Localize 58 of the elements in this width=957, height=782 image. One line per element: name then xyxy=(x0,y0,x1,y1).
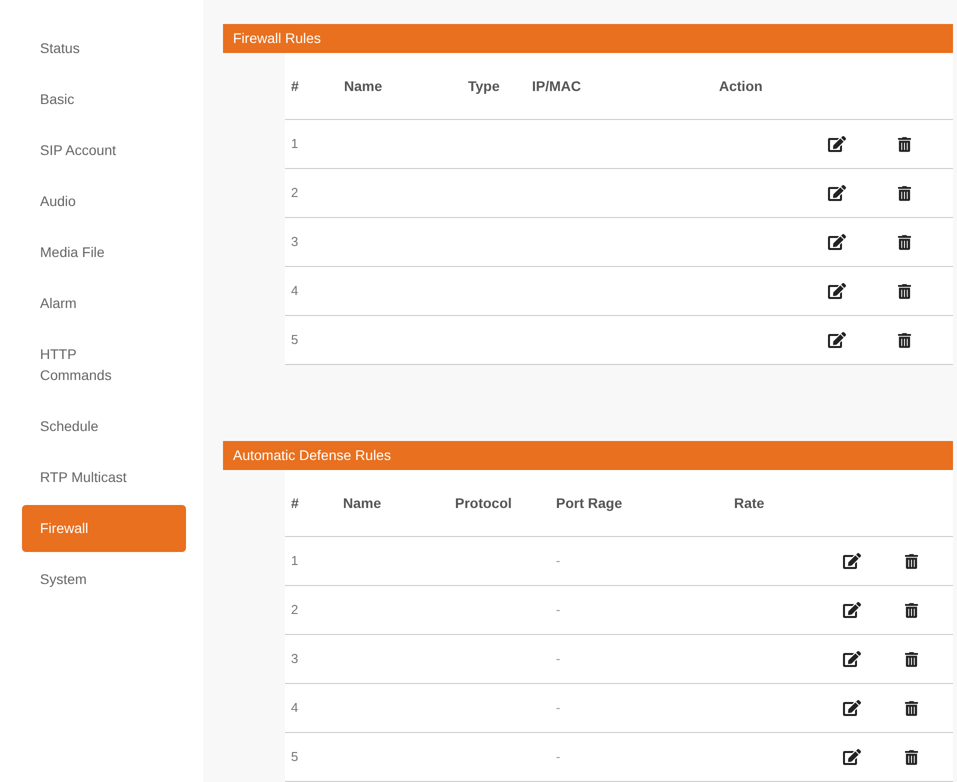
sidebar-item[interactable]: SIP Account xyxy=(22,127,186,174)
column-header: Action xyxy=(719,76,764,96)
table-cell: - xyxy=(556,700,560,715)
edit-icon[interactable] xyxy=(843,748,861,766)
column-header: # xyxy=(291,494,300,512)
edit-icon[interactable] xyxy=(828,233,846,251)
trash-icon[interactable] xyxy=(905,748,918,766)
trash-icon[interactable] xyxy=(898,136,911,152)
table-cell: - xyxy=(556,602,560,617)
sidebar-item[interactable]: Alarm xyxy=(22,280,186,327)
edit-icon[interactable] xyxy=(843,699,861,717)
trash-icon[interactable] xyxy=(898,332,911,348)
sidebar-item[interactable]: RTP Multicast xyxy=(22,454,186,501)
sidebar-item[interactable]: Schedule xyxy=(22,403,186,450)
edit-icon[interactable] xyxy=(828,282,846,300)
trash-icon[interactable] xyxy=(898,234,911,250)
column-header: Rate xyxy=(734,494,766,512)
table-cell: - xyxy=(556,651,560,666)
sidebar-item[interactable]: Firewall xyxy=(22,505,186,552)
edit-icon[interactable] xyxy=(843,650,861,668)
sidebar-item[interactable]: Media File xyxy=(22,229,186,276)
column-header: Protocol xyxy=(455,494,513,512)
edit-icon[interactable] xyxy=(843,552,861,570)
column-header: Name xyxy=(343,494,382,512)
edit-icon[interactable] xyxy=(828,135,846,153)
trash-icon[interactable] xyxy=(905,552,918,570)
table-cell: - xyxy=(556,553,560,568)
row-number: 2 xyxy=(291,185,298,200)
sidebar-item[interactable]: Basic xyxy=(22,76,186,123)
row-number: 4 xyxy=(291,283,298,298)
column-header: Type xyxy=(468,76,501,96)
row-number: 2 xyxy=(291,602,298,617)
sidebar-item[interactable]: Audio xyxy=(22,178,186,225)
column-header: # xyxy=(291,76,300,96)
table-cell: - xyxy=(556,749,560,764)
section-header: Firewall Rules xyxy=(223,24,953,53)
column-header: Name xyxy=(344,76,384,96)
edit-icon[interactable] xyxy=(828,331,846,349)
trash-icon[interactable] xyxy=(905,650,918,668)
column-header: IP/MAC xyxy=(532,76,582,96)
row-number: 5 xyxy=(291,332,298,347)
sidebar-item[interactable]: HTTP Commands xyxy=(22,331,186,399)
edit-icon[interactable] xyxy=(828,184,846,202)
trash-icon[interactable] xyxy=(898,282,911,300)
row-number: 1 xyxy=(291,136,298,151)
sidebar-item[interactable]: System xyxy=(22,556,186,603)
trash-icon[interactable] xyxy=(905,602,918,618)
sidebar-item[interactable]: Status xyxy=(22,25,186,72)
row-number: 1 xyxy=(291,553,298,568)
column-header: Port Rage xyxy=(556,494,624,513)
row-number: 4 xyxy=(291,700,298,715)
section-header: Automatic Defense Rules xyxy=(223,441,953,470)
trash-icon[interactable] xyxy=(898,184,911,202)
row-number: 5 xyxy=(291,749,298,764)
edit-icon[interactable] xyxy=(843,601,861,619)
row-number: 3 xyxy=(291,651,298,666)
row-number: 3 xyxy=(291,234,298,249)
trash-icon[interactable] xyxy=(905,700,918,716)
